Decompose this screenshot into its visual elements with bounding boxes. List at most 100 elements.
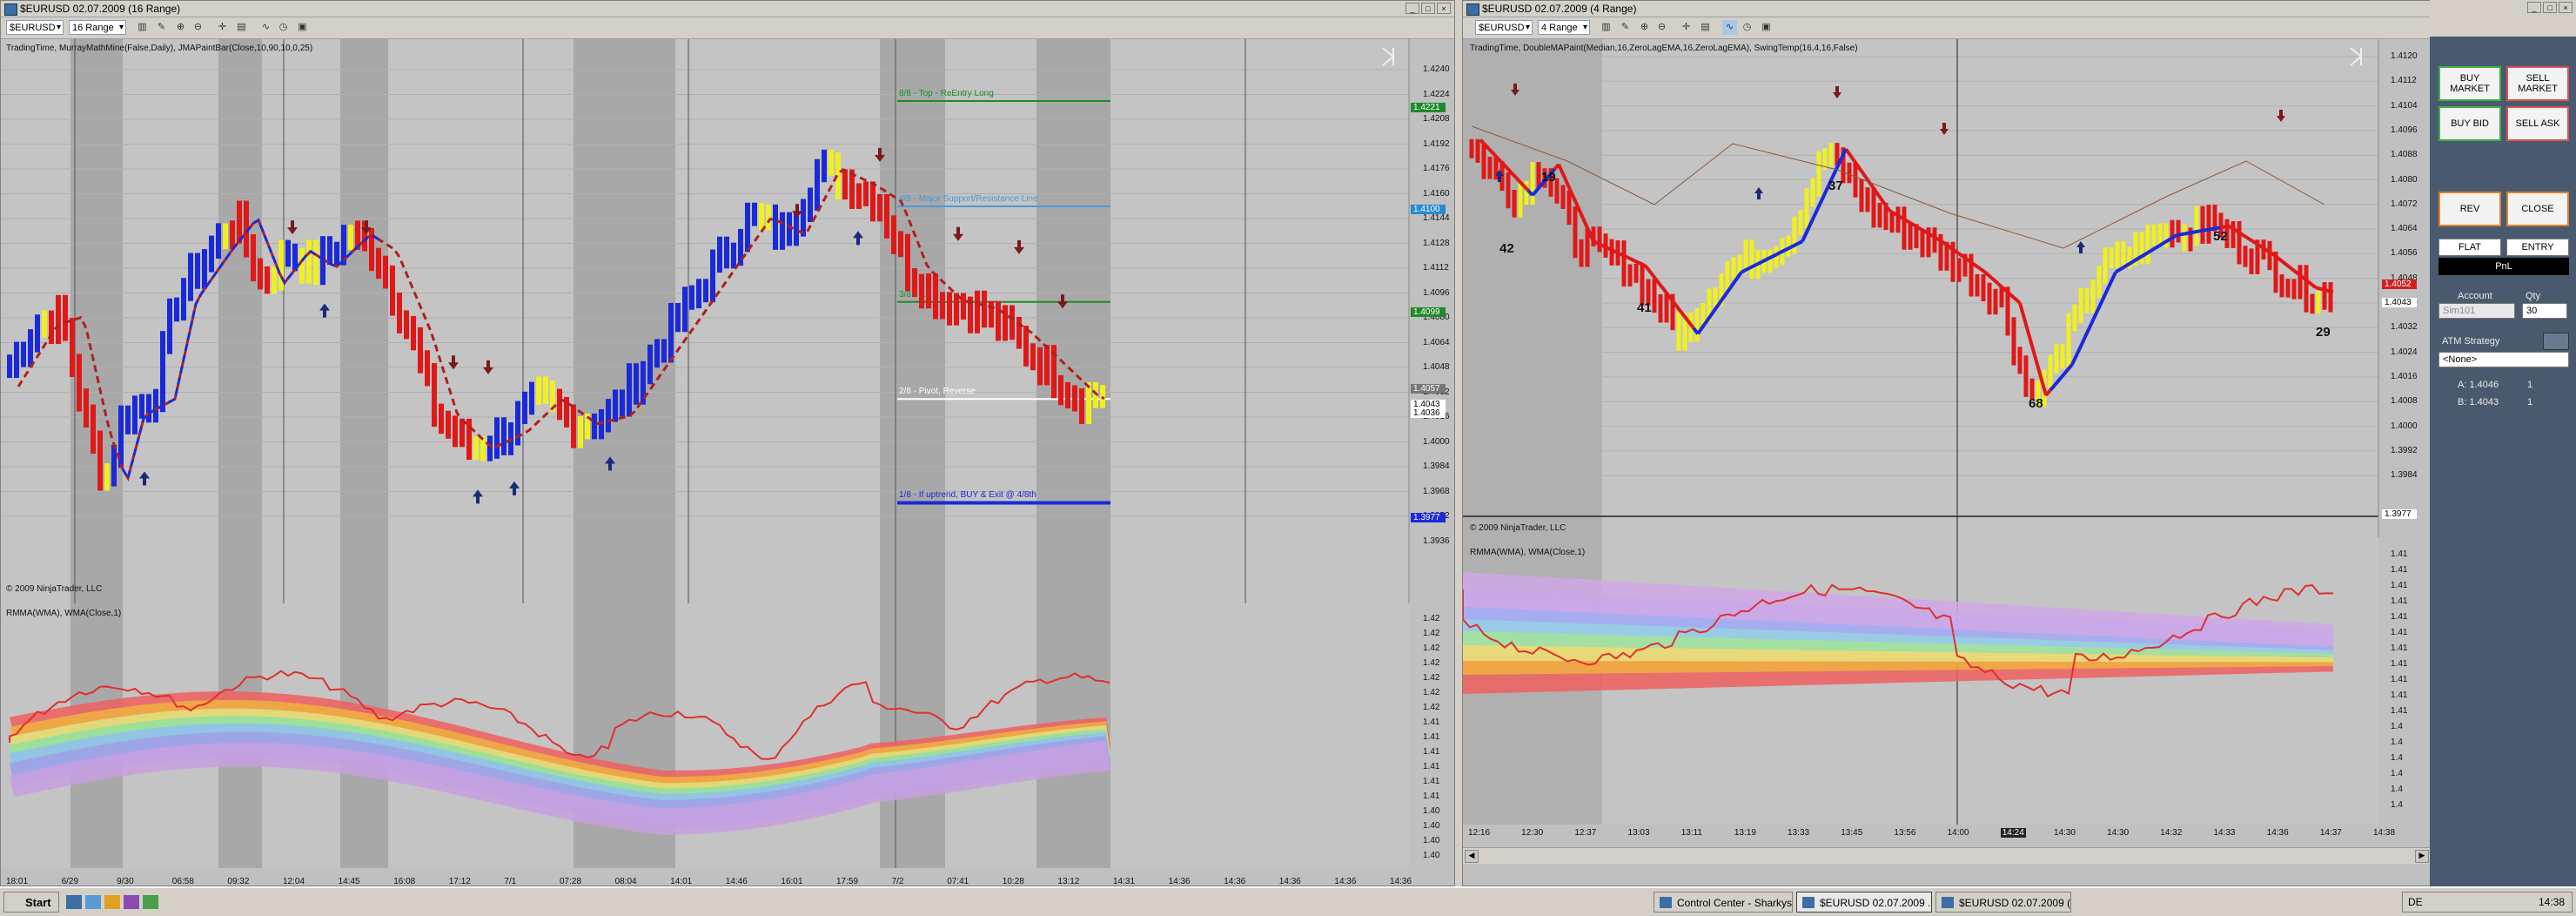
left-price-panel[interactable]: TradingTime, MurrayMathMine(False,Daily)… (1, 39, 1454, 603)
close-position-button[interactable]: CLOSE (2506, 192, 2569, 226)
session-shade (574, 39, 675, 603)
price-bar (466, 418, 472, 461)
price-bar (383, 255, 388, 289)
price-tick-label: 1.4080 (2391, 174, 2418, 185)
properties-icon[interactable]: ▤ (234, 20, 249, 35)
time-tick-label: 12:30 (1521, 828, 1544, 838)
swing-count-label: 68 (2029, 396, 2043, 411)
language-indicator[interactable]: DE (2408, 896, 2423, 908)
price-tick-label: 1.4016 (2391, 371, 2418, 381)
price-bar (947, 292, 952, 326)
indicators-icon[interactable]: ∿ (258, 20, 273, 35)
price-bar (480, 436, 486, 461)
entry-button[interactable]: ENTRY (2506, 239, 2569, 256)
instrument-select[interactable]: $EURUSD (6, 20, 64, 35)
account-select[interactable]: Sim101 (2438, 303, 2515, 319)
properties-icon[interactable]: ▤ (1698, 20, 1713, 35)
horizontal-scrollbar[interactable]: ◀ ▶ (1463, 847, 2431, 864)
price-bar (1895, 206, 1901, 233)
instrument-select[interactable]: $EURUSD (1475, 20, 1533, 35)
sell-ask-button[interactable]: SELL ASK (2506, 106, 2569, 141)
price-bar (1816, 151, 1821, 197)
qty-stepper[interactable]: 30 (2522, 303, 2567, 319)
buy-bid-button[interactable]: BUY BID (2438, 106, 2501, 141)
price-bar (2103, 247, 2108, 285)
right-price-chart (1463, 39, 2379, 537)
period-select[interactable]: 16 Range (69, 20, 126, 35)
crosshair-icon[interactable]: ✛ (1679, 20, 1694, 35)
price-bar (272, 266, 277, 294)
maximize-button[interactable]: □ (1421, 3, 1435, 14)
time-tick-label: 14:46 (725, 877, 748, 886)
indicators-icon[interactable]: ∿ (1722, 20, 1737, 35)
scroll-left-button[interactable]: ◀ (1465, 850, 1479, 863)
atm-settings-icon[interactable] (2543, 333, 2569, 350)
zoom-in-icon[interactable]: ⊕ (173, 20, 188, 35)
reverse-button[interactable]: REV (2438, 192, 2501, 226)
quicklaunch-icon[interactable] (66, 895, 82, 909)
price-tick-label: 1.4064 (1423, 337, 1450, 347)
chart-trader-icon[interactable]: ▣ (295, 20, 310, 35)
period-select[interactable]: 4 Range (1538, 20, 1590, 35)
scroll-right-button[interactable]: ▶ (2415, 850, 2429, 863)
price-bar (731, 242, 736, 269)
task-eurusd-2[interactable]: $EURUSD 02.07.2009 (... (1935, 892, 2071, 913)
chart-trader-icon[interactable]: ▣ (1759, 20, 1774, 35)
right-toolbar: $EURUSD 4 Range ▥ ✎ ⊕ ⊖ ✛ ▤ ∿ ◷ ▣ (1463, 17, 2575, 39)
swing-count-label: 37 (1828, 178, 1843, 193)
right-price-panel[interactable]: TradingTime, DoubleMAPaint(Median,16,Zer… (1463, 39, 2431, 537)
draw-tool-icon[interactable]: ✎ (154, 20, 169, 35)
price-bar (1975, 273, 1980, 297)
price-bar (35, 314, 40, 353)
task-control-center[interactable]: Control Center - Sharkys... (1654, 892, 1793, 913)
lower-tick-label: 1.41 (1423, 717, 1440, 727)
minimize-button[interactable]: _ (1405, 3, 1419, 14)
left-toolbar: $EURUSD 16 Range ▥ ✎ ⊕ ⊖ ✛ ▤ ∿ ◷ ▣ (1, 17, 1454, 39)
price-bar (1792, 216, 1797, 254)
zoom-out-icon[interactable]: ⊖ (191, 20, 205, 35)
zoom-out-icon[interactable]: ⊖ (1654, 20, 1669, 35)
bar-type-icon[interactable]: ▥ (1599, 20, 1613, 35)
minimize-button[interactable]: _ (2527, 2, 2541, 13)
time-tick-label: 07:28 (560, 877, 582, 886)
price-bar (453, 415, 458, 448)
left-rmma-panel[interactable]: RMMA(WMA), WMA(Close,1) 1.42 1.42 1.42 1.42… (1, 603, 1454, 868)
quicklaunch-icon[interactable] (85, 895, 101, 909)
task-eurusd-1[interactable]: $EURUSD 02.07.2009 ... (1796, 892, 1932, 913)
flat-button[interactable]: FLAT (2438, 239, 2501, 256)
bar-type-icon[interactable]: ▥ (135, 20, 150, 35)
left-title-bar[interactable]: $EURUSD 02.07.2009 (16 Range) _ □ × (1, 1, 1454, 17)
price-bar (870, 181, 875, 222)
sell-market-button[interactable]: SELL MARKET (2506, 66, 2569, 101)
price-bar (70, 318, 75, 377)
plot-background (1, 39, 1409, 603)
zoom-in-icon[interactable]: ⊕ (1637, 20, 1652, 35)
price-tick-label: 1.4240 (1423, 64, 1450, 74)
price-badge: 1.4057 (1411, 384, 1446, 394)
price-bar (2310, 293, 2315, 314)
quicklaunch-icon[interactable] (124, 895, 139, 909)
start-button[interactable]: Start (3, 892, 59, 913)
price-tick-label: 1.4104 (2391, 100, 2418, 111)
strategy-icon[interactable]: ◷ (276, 20, 291, 35)
price-bar (1877, 202, 1882, 228)
price-bar (863, 181, 869, 206)
price-bar (1749, 239, 1754, 280)
quicklaunch-icon[interactable] (104, 895, 120, 909)
buy-market-button[interactable]: BUY MARKET (2438, 66, 2501, 101)
right-rmma-panel[interactable]: RMMA(WMA), WMA(Close,1) 1.41 1.41 1.41 1.41… (1463, 537, 2431, 825)
price-bar (1023, 326, 1029, 367)
time-tick-label: 12:16 (1468, 828, 1491, 838)
maximize-button[interactable]: □ (2543, 2, 2557, 13)
quicklaunch-icon[interactable] (143, 895, 158, 909)
price-tick-label: 1.3936 (1423, 535, 1450, 546)
price-bar (2285, 279, 2291, 298)
price-bar (766, 204, 771, 231)
draw-tool-icon[interactable]: ✎ (1618, 20, 1633, 35)
close-icon[interactable]: × (2559, 2, 2573, 13)
atm-strategy-select[interactable]: <None> (2438, 352, 2569, 367)
strategy-icon[interactable]: ◷ (1740, 20, 1754, 35)
close-icon[interactable]: × (1437, 3, 1451, 14)
right-title-bar[interactable]: $EURUSD 02.07.2009 (4 Range) _ □ × (1463, 1, 2575, 17)
crosshair-icon[interactable]: ✛ (215, 20, 230, 35)
